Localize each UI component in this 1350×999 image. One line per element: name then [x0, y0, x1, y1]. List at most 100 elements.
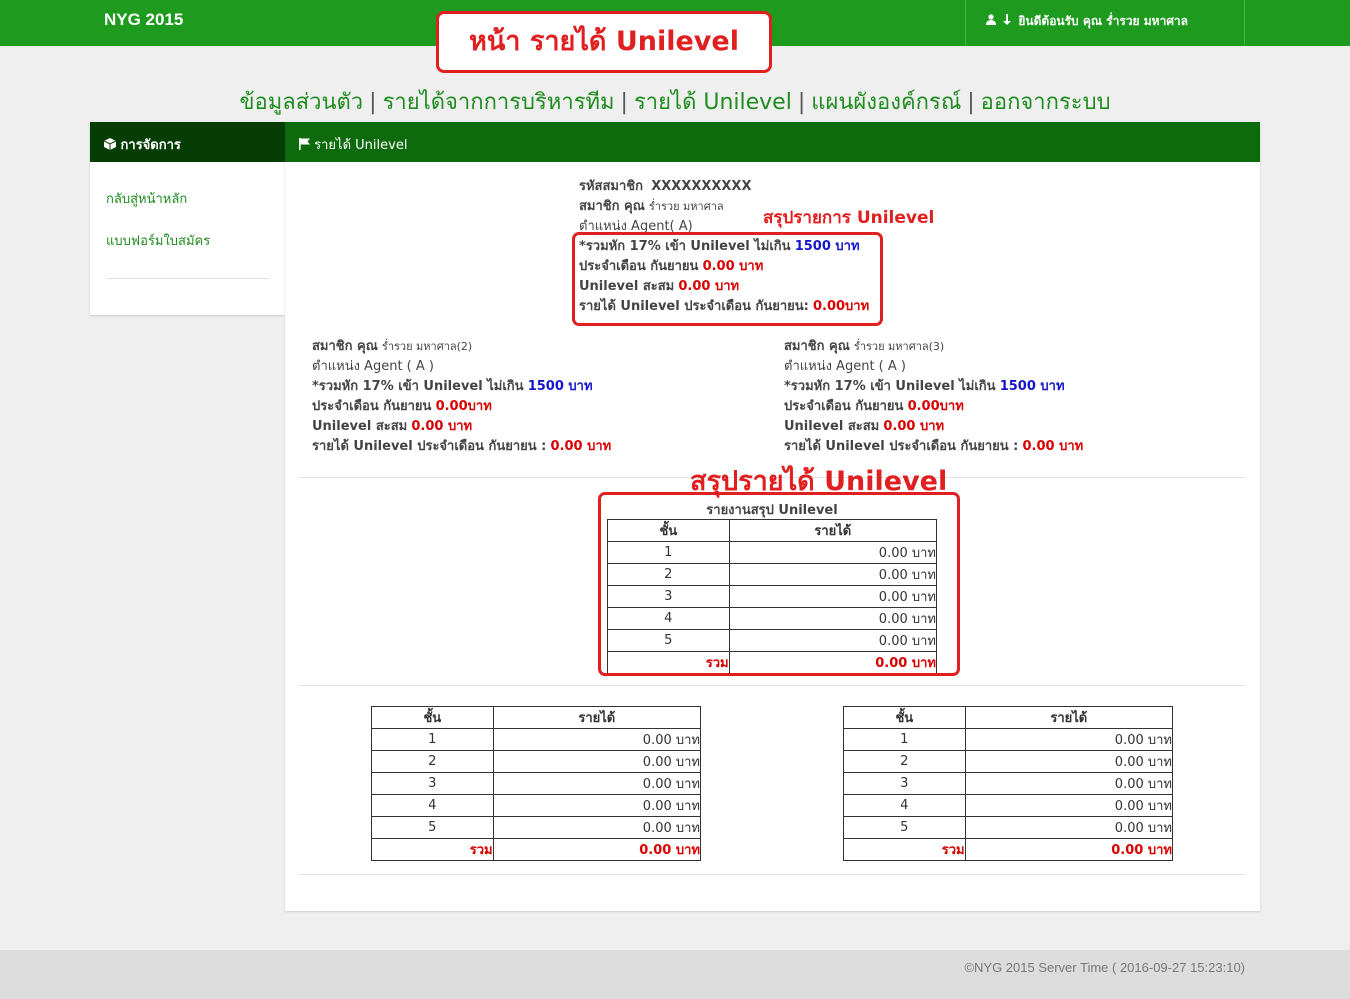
total-label: รวม: [843, 838, 966, 861]
income-cell: 0.00 บาท: [492, 772, 702, 795]
level-cell: 3: [371, 772, 494, 795]
table-total-row: รวม 0.00 บาท: [843, 838, 1174, 861]
nav-separator: |: [967, 90, 975, 115]
member2-summary: สมาชิก คุณ ร่ำรวย มหาศาล(2) ตำแหน่ง Agen…: [312, 337, 611, 457]
col-level-header: ชั้น: [843, 706, 966, 729]
summary-income-highlight: [598, 492, 960, 676]
member2-name-line: สมาชิก คุณ ร่ำรวย มหาศาล(2): [312, 339, 473, 354]
level-cell: 1: [371, 728, 494, 751]
table-row: 4 0.00 บาท: [843, 794, 1174, 817]
total-value: 0.00 บาท: [492, 838, 702, 861]
nav-link-team-income[interactable]: รายได้จากการบริหารทีม: [383, 90, 615, 115]
member3-accum-value: 0.00 บาท: [883, 419, 945, 434]
summary-income-callout: สรุปรายได้ Unilevel: [690, 466, 948, 497]
member3-deduct-line: *รวมหัก 17% เข้า Unilevel ไม่เกิน 1500 บ…: [784, 379, 1065, 394]
member3-income-line: รายได้ Unilevel ประจำเดือน กันยายน : 0.0…: [784, 439, 1084, 454]
sidebar-item-home[interactable]: กลับสู่หน้าหลัก: [106, 188, 187, 209]
user-icon: [986, 14, 1000, 28]
member3-accum-line: Unilevel สะสม 0.00 บาท: [784, 419, 945, 434]
member3-table: ชั้น รายได้ 1 0.00 บาท 2 0.00 บาท 3 0.00 บา…: [843, 706, 1174, 861]
table-row: 2 0.00 บาท: [843, 750, 1174, 773]
level-cell: 3: [843, 772, 966, 795]
total-label: รวม: [371, 838, 494, 861]
arrow-down-icon: [1003, 14, 1015, 28]
summary-list-callout: สรุปรายการ Unilevel: [763, 208, 935, 228]
income-cell: 0.00 บาท: [964, 772, 1174, 795]
nav-link-profile[interactable]: ข้อมูลส่วนตัว: [239, 90, 363, 115]
welcome-text: ยินดีต้อนรับ คุณ ร่ำรวย มหาศาล: [1018, 14, 1189, 28]
box-icon: [103, 138, 121, 153]
nav-link-logout[interactable]: ออกจากระบบ: [981, 90, 1111, 115]
page-footer: ©NYG 2015 Server Time ( 2016-09-27 15:23…: [0, 950, 1350, 999]
table-row: 3 0.00 บาท: [843, 772, 1174, 795]
level-cell: 4: [371, 794, 494, 817]
member3-month-line: ประจำเดือน กันยายน 0.00บาท: [784, 399, 964, 414]
navbar-divider: [965, 0, 966, 46]
level-cell: 4: [843, 794, 966, 817]
main-panel-header: รายได้ Unilevel: [285, 122, 1260, 162]
member3-income-value: 0.00 บาท: [1022, 439, 1084, 454]
table-header-row: ชั้น รายได้: [843, 706, 1174, 729]
member-id-value: XXXXXXXXXX: [651, 179, 752, 194]
user-welcome-menu[interactable]: ยินดีต้อนรับ คุณ ร่ำรวย มหาศาล: [986, 12, 1188, 31]
income-cell: 0.00 บาท: [964, 816, 1174, 839]
member2-accum-line: Unilevel สะสม 0.00 บาท: [312, 419, 473, 434]
member2-month-line: ประจำเดือน กันยายน 0.00บาท: [312, 399, 492, 414]
member-id-line: รหัสสมาชิก XXXXXXXXXX: [579, 179, 752, 194]
nav-link-org-chart[interactable]: แผนผังองค์กรณ์: [811, 90, 961, 115]
page-title-callout: หน้า รายได้ Unilevel: [436, 11, 772, 73]
col-level-header: ชั้น: [371, 706, 494, 729]
member3-position: ตำแหน่ง Agent ( A ): [784, 359, 906, 374]
member3-name-value: ร่ำรวย มหาศาล(3): [853, 340, 945, 353]
member2-table: ชั้น รายได้ 1 0.00 บาท 2 0.00 บาท 3 0.00 บา…: [371, 706, 702, 861]
level-cell: 5: [371, 816, 494, 839]
income-cell: 0.00 บาท: [492, 728, 702, 751]
level-cell: 1: [843, 728, 966, 751]
summary-list-highlight: [572, 232, 883, 326]
nav-link-unilevel-income[interactable]: รายได้ Unilevel: [634, 90, 792, 115]
total-value: 0.00 บาท: [964, 838, 1174, 861]
col-income-header: รายได้: [492, 706, 702, 729]
footer-server-time: ©NYG 2015 Server Time ( 2016-09-27 15:23…: [964, 960, 1245, 975]
sidebar-title: การจัดการ: [120, 138, 181, 153]
income-cell: 0.00 บาท: [492, 750, 702, 773]
level-cell: 5: [843, 816, 966, 839]
member2-income-line: รายได้ Unilevel ประจำเดือน กันยายน : 0.0…: [312, 439, 612, 454]
table-row: 3 0.00 บาท: [371, 772, 702, 795]
income-cell: 0.00 บาท: [492, 816, 702, 839]
main-nav-links: ข้อมูลส่วนตัว | รายได้จากการบริหารทีม | รายไ…: [0, 84, 1350, 119]
member2-deduct-value: 1500 บาท: [527, 379, 593, 394]
sidebar-item-application-form[interactable]: แบบฟอร์มใบสมัคร: [106, 230, 210, 251]
main-panel-title: รายได้ Unilevel: [314, 138, 408, 153]
col-income-header: รายได้: [964, 706, 1174, 729]
section-divider: [298, 874, 1246, 875]
member2-deduct-line: *รวมหัก 17% เข้า Unilevel ไม่เกิน 1500 บ…: [312, 379, 593, 394]
member2-accum-value: 0.00 บาท: [411, 419, 473, 434]
sidebar-panel: การจัดการ กลับสู่หน้าหลัก แบบฟอร์มใบสมัค…: [90, 122, 285, 315]
member3-name-line: สมาชิก คุณ ร่ำรวย มหาศาล(3): [784, 339, 945, 354]
brand-logo[interactable]: NYG 2015: [104, 10, 183, 30]
table-row: 5 0.00 บาท: [843, 816, 1174, 839]
table-row: 4 0.00 บาท: [371, 794, 702, 817]
table-row: 2 0.00 บาท: [371, 750, 702, 773]
member-name-value: ร่ำรวย มหาศาล: [648, 200, 724, 213]
nav-separator: |: [797, 90, 806, 115]
member2-month-value: 0.00บาท: [435, 399, 492, 414]
level-cell: 2: [843, 750, 966, 773]
sidebar-divider: [106, 278, 270, 279]
income-cell: 0.00 บาท: [964, 728, 1174, 751]
sidebar-header: การจัดการ: [90, 122, 285, 162]
nav-separator: |: [620, 90, 628, 115]
member2-income-value: 0.00 บาท: [550, 439, 612, 454]
member3-month-value: 0.00บาท: [907, 399, 964, 414]
income-cell: 0.00 บาท: [964, 750, 1174, 773]
table-row: 5 0.00 บาท: [371, 816, 702, 839]
member2-position: ตำแหน่ง Agent ( A ): [312, 359, 434, 374]
income-cell: 0.00 บาท: [492, 794, 702, 817]
navbar-divider: [1244, 0, 1245, 46]
section-divider: [298, 685, 1246, 686]
member3-deduct-value: 1500 บาท: [999, 379, 1065, 394]
member2-name-value: ร่ำรวย มหาศาล(2): [381, 340, 473, 353]
member3-summary: สมาชิก คุณ ร่ำรวย มหาศาล(3) ตำแหน่ง Agen…: [784, 337, 1083, 457]
level-cell: 2: [371, 750, 494, 773]
